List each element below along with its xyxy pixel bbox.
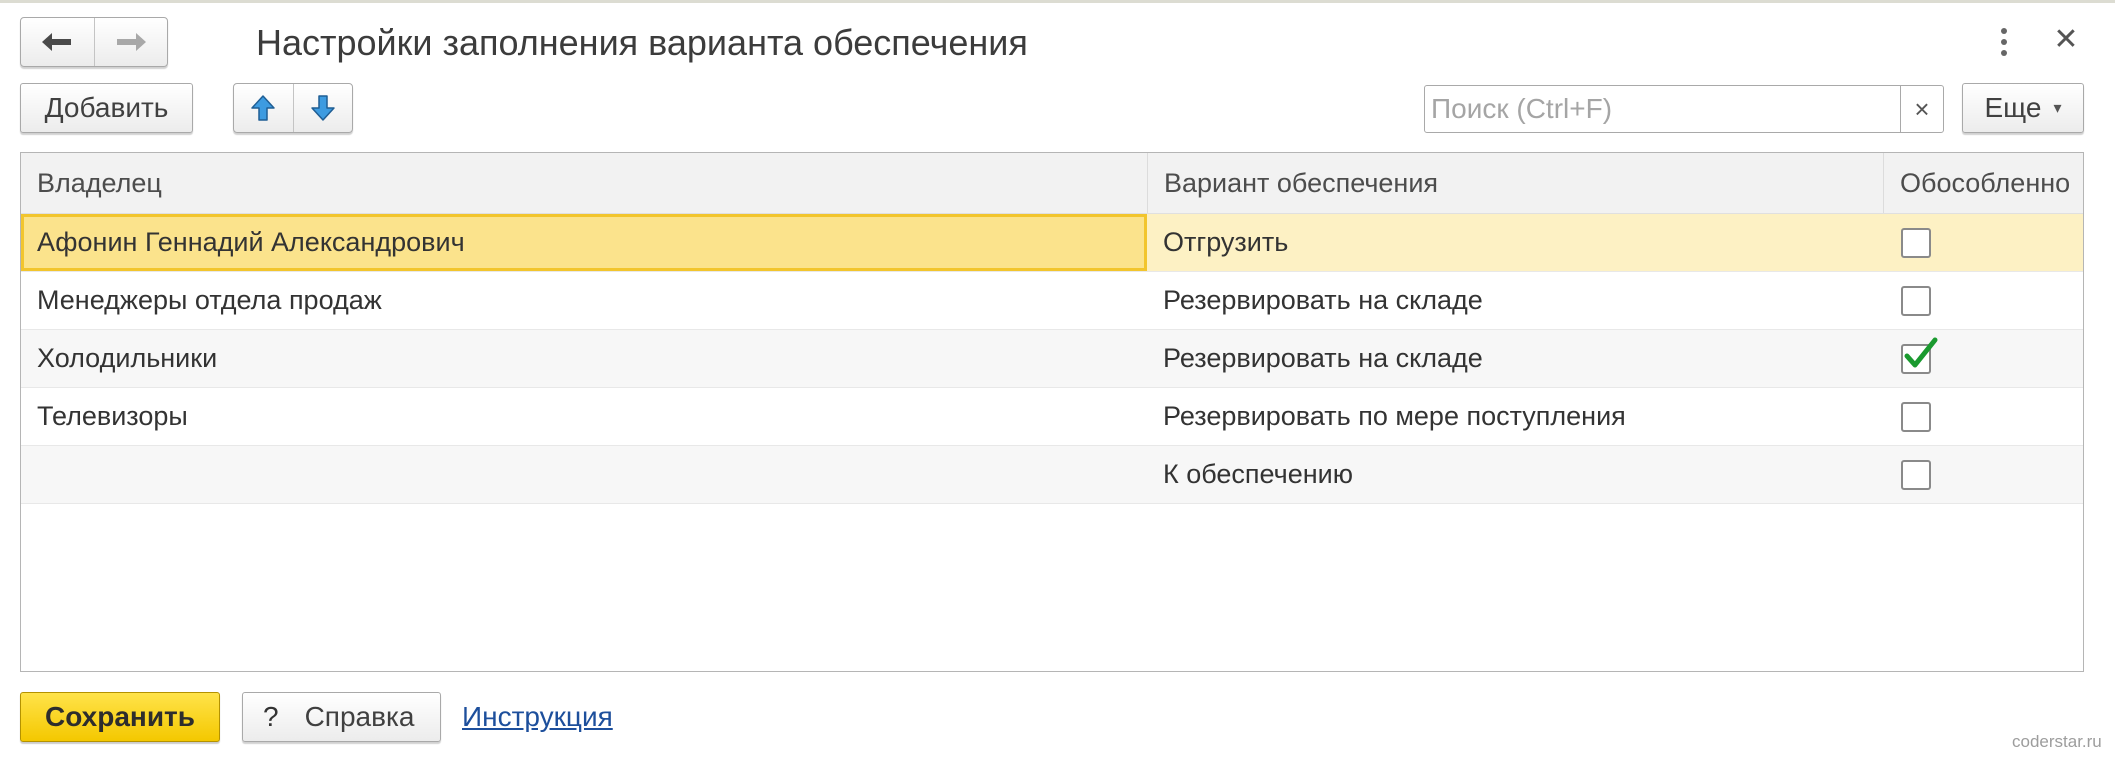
table-row[interactable]: Холодильники Резервировать на складе [21, 330, 2083, 388]
separate-cell [1883, 214, 2082, 271]
owner-cell[interactable] [21, 446, 1147, 503]
arrow-up-icon [251, 95, 275, 121]
move-down-button[interactable] [292, 84, 353, 132]
column-header-variant[interactable]: Вариант обеспечения [1147, 153, 1883, 213]
instruction-link[interactable]: Инструкция [462, 700, 613, 734]
close-icon[interactable]: ✕ [2052, 22, 2080, 58]
owner-cell[interactable]: Холодильники [21, 330, 1147, 387]
arrow-down-icon [311, 95, 335, 121]
clear-search-icon[interactable]: × [1900, 86, 1943, 132]
separate-cell [1883, 446, 2082, 503]
more-button-label: Еще [1984, 92, 2042, 123]
watermark: coderstar.ru [2012, 732, 2102, 751]
column-header-separate[interactable]: Обособленно [1883, 153, 2082, 213]
owner-cell[interactable]: Телевизоры [21, 388, 1147, 445]
search-field: × [1424, 85, 1944, 133]
variant-cell[interactable]: Резервировать по мере поступления [1147, 388, 1883, 445]
back-button[interactable] [21, 18, 94, 66]
separate-checkbox[interactable] [1901, 459, 1931, 490]
settings-table: Владелец Вариант обеспечения Обособленно… [20, 152, 2084, 672]
save-button[interactable]: Сохранить [20, 692, 220, 742]
separate-cell [1883, 272, 2082, 329]
column-header-owner[interactable]: Владелец [21, 153, 1147, 213]
separate-checkbox[interactable] [1901, 285, 1931, 316]
table-row[interactable]: Менеджеры отдела продаж Резервировать на … [21, 272, 2083, 330]
variant-cell[interactable]: Резервировать на складе [1147, 272, 1883, 329]
history-nav [20, 17, 168, 67]
variant-cell[interactable]: К обеспечению [1147, 446, 1883, 503]
separate-checkbox[interactable] [1901, 227, 1931, 258]
page-title: Настройки заполнения варианта обеспечени… [256, 22, 1028, 63]
table-row[interactable]: Телевизоры Резервировать по мере поступле… [21, 388, 2083, 446]
move-buttons [233, 83, 353, 133]
help-button[interactable]: ? Справка [242, 692, 441, 742]
table-header: Владелец Вариант обеспечения Обособленно [21, 153, 2083, 214]
owner-cell[interactable]: Афонин Геннадий Александрович [21, 214, 1147, 271]
add-button[interactable]: Добавить [20, 83, 193, 133]
separate-checkbox[interactable] [1901, 337, 1938, 374]
arrow-right-icon [116, 33, 146, 51]
more-vertical-icon[interactable] [1992, 24, 2016, 60]
arrow-left-icon [42, 33, 72, 51]
more-button[interactable]: Еще ▾ [1962, 83, 2084, 133]
separate-cell [1883, 330, 2082, 387]
separate-checkbox[interactable] [1901, 401, 1931, 432]
table-row[interactable]: К обеспечению [21, 446, 2083, 504]
separate-cell [1883, 388, 2082, 445]
variant-cell[interactable]: Резервировать на складе [1147, 330, 1883, 387]
chevron-down-icon: ▾ [2053, 100, 2062, 117]
table-body: Афонин Геннадий Александрович Отгрузить Ме… [21, 214, 2083, 504]
owner-cell[interactable]: Менеджеры отдела продаж [21, 272, 1147, 329]
checkmark-icon [1904, 337, 1938, 367]
search-input[interactable] [1425, 86, 1900, 132]
forward-button[interactable] [93, 18, 168, 66]
question-icon: ? [263, 701, 279, 732]
window-top-border [0, 0, 2115, 3]
help-button-label: Справка [304, 701, 415, 732]
move-up-button[interactable] [234, 84, 293, 132]
variant-cell[interactable]: Отгрузить [1147, 214, 1883, 271]
table-row[interactable]: Афонин Геннадий Александрович Отгрузить [21, 214, 2083, 272]
